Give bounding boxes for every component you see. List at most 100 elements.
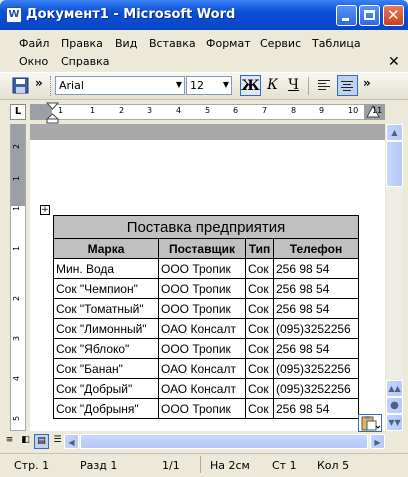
table-cell[interactable]: ОАО Консалт (158, 378, 246, 399)
toolbar-options-chevron-icon[interactable]: » (363, 76, 371, 90)
underline-button[interactable]: Ч (283, 75, 304, 96)
table-cell[interactable]: (095)3252256 (273, 378, 359, 399)
ruler-tick-label: 5 (12, 415, 22, 422)
menu-insert[interactable]: Вставка (149, 37, 196, 50)
maximize-button[interactable] (359, 5, 380, 26)
status-section: Разд 1 (80, 459, 118, 472)
scroll-left-button[interactable]: ◀ (64, 434, 79, 449)
table-cell[interactable]: Мин. Вода (53, 258, 159, 279)
next-page-button[interactable]: ▼▼ (386, 414, 403, 431)
font-name-value: Arial (59, 79, 84, 92)
paste-options-button[interactable] (358, 414, 382, 432)
table-cell[interactable]: ООО Тропик (158, 338, 246, 359)
table-cell[interactable]: Сок (245, 378, 274, 399)
table-cell[interactable]: Сок (245, 358, 274, 379)
align-left-icon-line (318, 86, 330, 87)
status-line: Ст 1 (272, 459, 297, 472)
save-icon[interactable] (12, 77, 30, 95)
menu-format[interactable]: Формат (206, 37, 251, 50)
table-cell[interactable]: Сок "Добрыня" (53, 398, 159, 419)
word-app-icon[interactable]: W (6, 7, 22, 23)
ruler-tick-label: 7 (262, 106, 268, 115)
table-cell[interactable]: 256 98 54 (273, 258, 359, 279)
table-cell[interactable]: Сок (245, 278, 274, 299)
menu-tools[interactable]: Сервис (260, 37, 301, 50)
supply-table[interactable]: Поставка предприятия Марка Поставщик Тип… (53, 215, 359, 419)
table-cell[interactable]: Сок (245, 338, 274, 359)
ruler-tick-label: 11 (372, 106, 383, 115)
table-cell[interactable]: Сок "Лимонный" (53, 318, 159, 339)
scroll-up-button[interactable]: ▲ (386, 124, 403, 141)
header-brand: Марка (53, 238, 159, 259)
vertical-ruler-ticks: 2 1 1 1 2 3 4 5 (10, 124, 26, 431)
table-cell[interactable]: 256 98 54 (273, 298, 359, 319)
select-browse-object-icon[interactable]: ● (386, 397, 403, 414)
bold-button[interactable]: Ж (240, 75, 261, 96)
horizontal-scroll-thumb[interactable] (80, 434, 368, 449)
maximize-icon (364, 10, 375, 20)
table-cell[interactable]: (095)3252256 (273, 358, 359, 379)
table-row: Сок "Добрый" ОАО Консалт Сок (095)3252256 (53, 378, 359, 399)
table-cell[interactable]: Сок "Чемпион" (53, 278, 159, 299)
table-cell[interactable]: ООО Тропик (158, 298, 246, 319)
menu-window[interactable]: Окно (19, 55, 48, 68)
table-row: Мин. Вода ООО Тропик Сок 256 98 54 (53, 258, 359, 279)
table-header-row: Марка Поставщик Тип Телефон (53, 238, 359, 259)
header-supplier: Поставщик (158, 238, 246, 259)
header-type: Тип (245, 238, 274, 259)
ruler-tick-label: 1 (12, 175, 22, 182)
table-cell[interactable]: Сок (245, 298, 274, 319)
menu-edit[interactable]: Правка (61, 37, 103, 50)
table-cell[interactable]: Сок "Яблоко" (53, 338, 159, 359)
table-cell[interactable]: Сок "Банан" (53, 358, 159, 379)
chevron-down-icon: ▼ (222, 80, 229, 89)
status-separator (200, 456, 201, 473)
table-cell[interactable]: (095)3252256 (273, 318, 359, 339)
table-row: Сок "Добрыня" ООО Тропик Сок 256 98 54 (53, 398, 359, 419)
chevron-down-icon: ▼ (175, 80, 182, 89)
align-center-icon-line (343, 90, 351, 91)
tab-stop-selector[interactable]: L (10, 104, 26, 120)
menu-file[interactable]: Файл (19, 37, 49, 50)
clipboard-icon (361, 416, 381, 431)
align-left-icon-line (318, 83, 326, 84)
table-row: Сок "Томатный" ООО Тропик Сок 256 98 54 (53, 298, 359, 319)
outline-view-icon[interactable]: ☰ (50, 434, 65, 449)
table-cell[interactable]: 256 98 54 (273, 398, 359, 419)
menu-view[interactable]: Вид (115, 37, 137, 50)
italic-button[interactable]: К (262, 75, 283, 96)
table-cell[interactable]: Сок (245, 398, 274, 419)
table-cell[interactable]: ООО Тропик (158, 278, 246, 299)
vertical-scroll-thumb[interactable] (386, 141, 403, 187)
web-view-icon[interactable]: ◧ (18, 434, 33, 449)
close-button[interactable]: ✕ (383, 5, 404, 26)
normal-view-icon[interactable]: ≡ (2, 434, 17, 449)
align-center-button[interactable] (337, 75, 358, 96)
header-phone: Телефон (273, 238, 359, 259)
align-left-button[interactable] (314, 75, 335, 96)
align-center-icon-line (341, 87, 353, 88)
table-cell[interactable]: ОАО Консалт (158, 318, 246, 339)
menu-help[interactable]: Справка (61, 55, 109, 68)
minimize-button[interactable] (336, 5, 357, 26)
ruler-tick-label: 9 (319, 106, 325, 115)
scroll-right-button[interactable]: ▶ (370, 434, 385, 449)
previous-page-button[interactable]: ▲▲ (386, 380, 403, 397)
menu-table[interactable]: Таблица (312, 37, 361, 50)
table-cell[interactable]: Сок (245, 318, 274, 339)
table-cell[interactable]: 256 98 54 (273, 278, 359, 299)
toolbar-options-chevron-icon[interactable]: » (35, 76, 43, 90)
toolbar-grip[interactable] (50, 76, 52, 96)
table-cell[interactable]: Сок (245, 258, 274, 279)
table-cell[interactable]: ООО Тропик (158, 398, 246, 419)
table-move-handle-icon[interactable]: + (40, 205, 50, 215)
table-cell[interactable]: Сок "Добрый" (53, 378, 159, 399)
print-layout-view-icon[interactable]: ▤ (34, 434, 49, 449)
table-cell[interactable]: ОАО Консалт (158, 358, 246, 379)
table-cell[interactable]: ООО Тропик (158, 258, 246, 279)
font-name-select[interactable]: Arial ▼ (55, 76, 185, 95)
close-document-icon[interactable]: ✕ (388, 54, 400, 70)
table-cell[interactable]: 256 98 54 (273, 338, 359, 359)
table-cell[interactable]: Сок "Томатный" (53, 298, 159, 319)
font-size-select[interactable]: 12 ▼ (186, 76, 232, 95)
